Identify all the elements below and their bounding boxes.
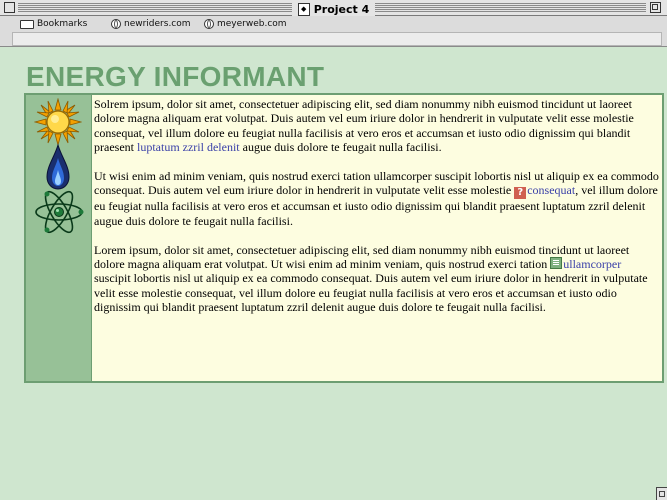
- bookmarks-button[interactable]: Bookmarks: [20, 18, 87, 30]
- bookmarks-label: Bookmarks: [37, 19, 88, 29]
- paragraph: Solrem ipsum, dolor sit amet, consectetu…: [94, 97, 660, 155]
- paragraph: Lorem ipsum, dolor sit amet, consectetue…: [94, 243, 660, 315]
- toolbar-link-label: meyerweb.com: [217, 19, 287, 29]
- globe-icon: [204, 19, 214, 29]
- toolbar-link-meyerweb[interactable]: meyerweb.com: [204, 18, 287, 30]
- text-link[interactable]: luptatum zzril delenit: [137, 140, 240, 154]
- text-link[interactable]: consequat: [527, 183, 575, 197]
- globe-icon: [111, 19, 121, 29]
- page-heading: ENERGY INFORMANT: [26, 61, 325, 92]
- personal-toolbar: [0, 16, 667, 47]
- paragraph-text: Lorem ipsum, dolor sit amet, consectetue…: [94, 242, 630, 272]
- document-icon: ◆: [297, 3, 310, 16]
- toolbar-link-label: newriders.com: [124, 19, 191, 29]
- atom-icon: [35, 190, 84, 234]
- document-icon[interactable]: [550, 257, 563, 270]
- sun-icon: [34, 98, 82, 146]
- toolbar-link-newriders[interactable]: newriders.com: [111, 18, 191, 30]
- flame-icon: [46, 144, 70, 190]
- paragraph-text: suscipit lobortis nisl ut aliquip ex ea …: [94, 271, 648, 315]
- window-title: ◆ Project 4: [0, 0, 667, 18]
- article-text: Solrem ipsum, dolor sit amet, consectetu…: [94, 97, 660, 329]
- bookmarks-icon: [20, 19, 34, 29]
- window-titlebar[interactable]: ◆ Project 4: [0, 0, 667, 18]
- content-box: Solrem ipsum, dolor sit amet, consectetu…: [24, 93, 664, 383]
- toolbar-strip: [12, 32, 662, 46]
- text-link[interactable]: ullamcorper: [563, 257, 621, 271]
- resize-handle[interactable]: [656, 487, 667, 500]
- help-icon[interactable]: ?: [514, 187, 527, 200]
- icon-sidebar: [26, 95, 92, 381]
- paragraph-text: augue duis dolore te feugait nulla facil…: [239, 140, 442, 155]
- paragraph: Ut wisi enim ad minim veniam, quis nostr…: [94, 169, 660, 228]
